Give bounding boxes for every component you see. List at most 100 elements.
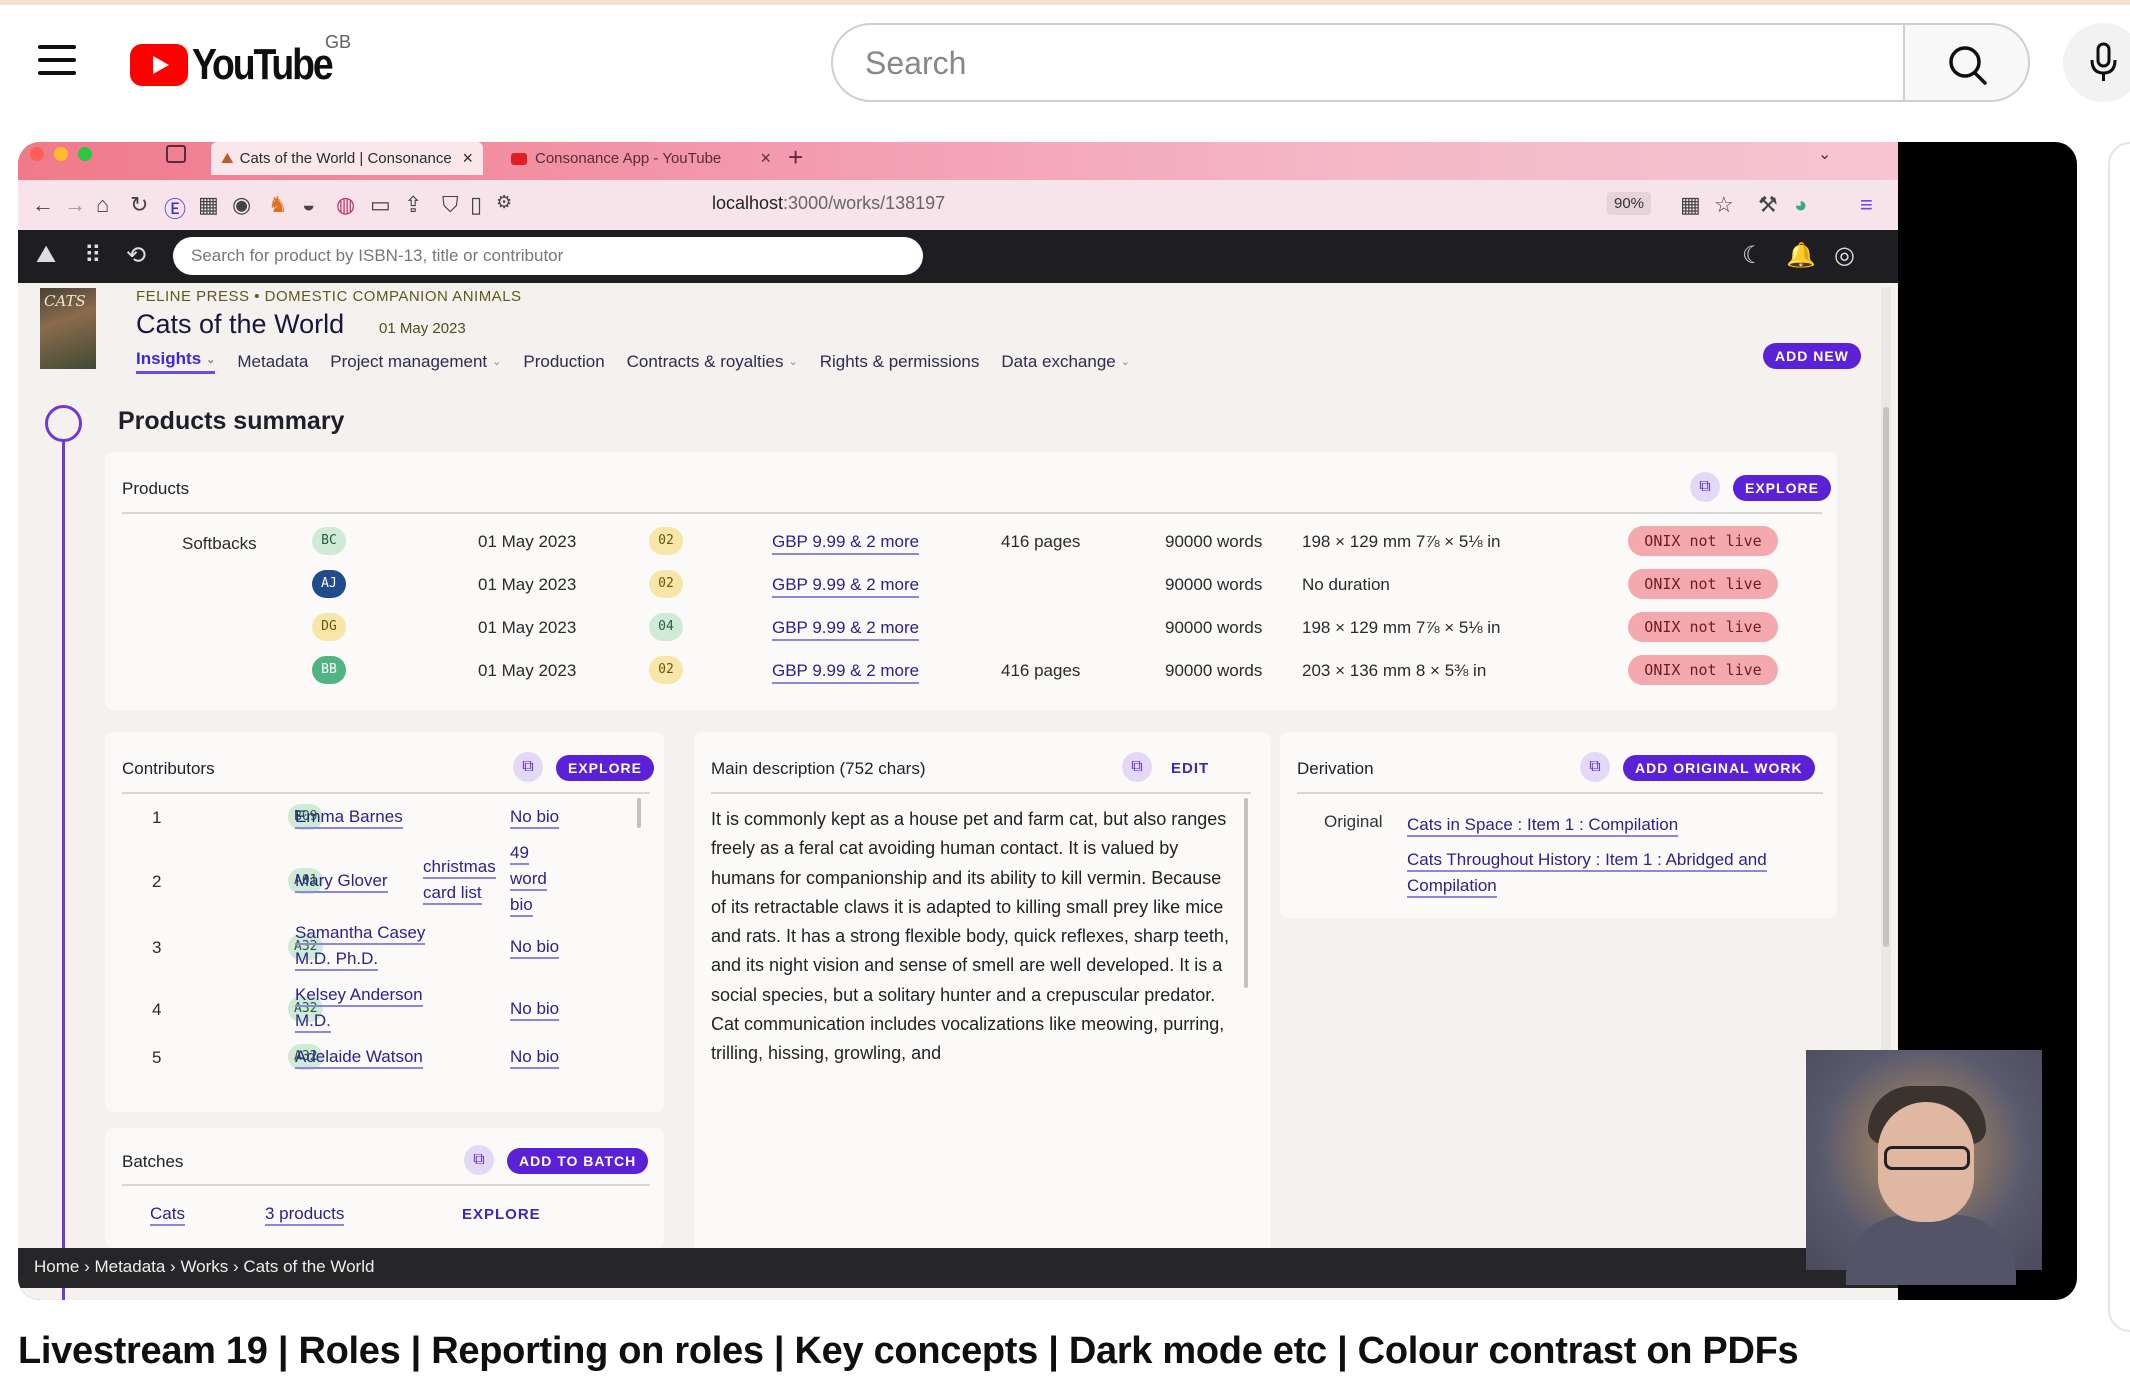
search-input[interactable]	[865, 45, 1865, 82]
voice-search-button[interactable]	[2063, 23, 2130, 102]
contributor-name-link[interactable]: Mary Glover	[295, 868, 388, 894]
contributors-explore-button[interactable]: EXPLORE	[556, 755, 654, 781]
minimize-window-dot[interactable]	[54, 147, 68, 161]
video-player[interactable]: ⛰ Cats of the World | Consonance × Conso…	[18, 142, 2077, 1300]
price-link[interactable]: GBP 9.99 & 2 more	[772, 532, 920, 555]
batch-name-link[interactable]: Cats	[150, 1204, 185, 1226]
bio-link[interactable]: No bio	[510, 996, 560, 1022]
contributor-name-link[interactable]: Adelaide Watson	[295, 1044, 423, 1070]
qr-code-icon[interactable]: ▦	[1680, 192, 1701, 218]
fox-extension-icon[interactable]: ♞	[268, 192, 288, 218]
contributor-name-link[interactable]: Samantha Casey M.D. Ph.D.	[295, 920, 426, 972]
batch-explore-button[interactable]: EXPLORE	[462, 1206, 541, 1223]
copy-icon[interactable]: ⧉	[1580, 752, 1610, 782]
add-original-work-button[interactable]: ADD ORIGINAL WORK	[1623, 755, 1815, 781]
copy-icon[interactable]: ⧉	[464, 1145, 494, 1175]
tab-insights[interactable]: Insights ⌄	[136, 349, 216, 374]
contributor-list-link[interactable]: christmas card list	[423, 854, 496, 906]
publication-date: 01 May 2023	[379, 320, 466, 337]
price-link[interactable]: GBP 9.99 & 2 more	[772, 618, 920, 641]
tab-project-management[interactable]: Project management ⌄	[330, 349, 501, 374]
contributor-row[interactable]: 5 A32 Adelaide Watson No bio	[105, 1044, 664, 1104]
reader-icon[interactable]: ▭	[370, 192, 391, 218]
bio-link[interactable]: No bio	[510, 1044, 560, 1070]
sidebar-toggle-icon[interactable]	[166, 145, 186, 163]
presenter-webcam	[1806, 1050, 2042, 1285]
tab-youtube[interactable]: Consonance App - YouTube ×	[501, 142, 781, 175]
edit-description-button[interactable]: EDIT	[1171, 760, 1209, 777]
maximize-window-dot[interactable]	[78, 147, 92, 161]
close-tab-icon[interactable]: ×	[760, 148, 771, 169]
breadcrumb[interactable]: Home › Metadata › Works › Cats of the Wo…	[18, 1248, 1898, 1288]
extension-e-icon[interactable]: Ⓔ	[164, 192, 186, 224]
product-search-input[interactable]: Search for product by ISBN-13, title or …	[173, 237, 923, 275]
original-label: Original	[1324, 812, 1383, 831]
grid-extension-icon[interactable]: ▦	[198, 192, 219, 218]
batch-count: 3 products	[265, 1204, 345, 1226]
tab-production[interactable]: Production	[523, 349, 604, 374]
color-extension-icon[interactable]: ◍	[336, 192, 355, 218]
add-new-button[interactable]: ADD NEW	[1763, 343, 1861, 369]
contributor-row[interactable]: 3 A32 Samantha Casey M.D. Ph.D. No bio	[105, 920, 664, 980]
bio-link[interactable]: 49 word bio	[510, 840, 547, 918]
product-row[interactable]: BB 01 May 2023 02 GBP 9.99 & 2 more 416 page…	[105, 649, 1837, 692]
derivation-link-1[interactable]: Cats in Space : Item 1 : Compilation	[1407, 812, 1679, 838]
product-row[interactable]: DG 01 May 2023 04 GBP 9.99 & 2 more 90000 wo…	[105, 606, 1837, 649]
tab-label: Metadata	[237, 351, 309, 371]
contributor-row[interactable]: 4 A32 Kelsey Anderson M.D. No bio	[105, 982, 664, 1042]
history-icon[interactable]: ⟲	[126, 241, 146, 270]
add-to-batch-button[interactable]: ADD TO BATCH	[507, 1148, 649, 1174]
search-button[interactable]	[1903, 23, 2030, 102]
tab-list-chevron-icon[interactable]: ⌄	[1818, 144, 1831, 164]
zoom-level[interactable]: 90%	[1607, 192, 1652, 215]
price-link[interactable]: GBP 9.99 & 2 more	[772, 661, 920, 684]
extension-leaf-icon[interactable]: ◕	[1794, 192, 1807, 218]
menu-icon[interactable]	[38, 45, 76, 75]
user-account-icon[interactable]: ◎	[1834, 241, 1855, 270]
bio-link[interactable]: No bio	[510, 934, 560, 960]
dark-mode-toggle-icon[interactable]: ☾	[1742, 241, 1764, 270]
reload-icon[interactable]: ↻	[130, 192, 148, 218]
bookmark-star-icon[interactable]: ☆	[1714, 192, 1734, 218]
close-tab-icon[interactable]: ×	[462, 148, 473, 169]
notifications-icon[interactable]: 🔔	[1786, 241, 1816, 270]
back-icon[interactable]: ←	[32, 192, 54, 218]
contributor-sequence: 3	[152, 938, 162, 957]
list-line: christmas	[423, 857, 496, 879]
extension-tools-icon[interactable]: ⚒	[1758, 192, 1778, 218]
tab-rights-permissions[interactable]: Rights & permissions	[820, 349, 980, 374]
tab-data-exchange[interactable]: Data exchange ⌄	[1001, 349, 1130, 374]
globe-extension-icon[interactable]: ◉	[232, 192, 251, 218]
share-icon[interactable]: ⇪	[404, 192, 422, 218]
contributor-name-link[interactable]: Kelsey Anderson M.D.	[295, 982, 423, 1034]
home-icon[interactable]: ⌂	[96, 192, 109, 218]
price-link[interactable]: GBP 9.99 & 2 more	[772, 575, 920, 598]
youtube-logo[interactable]: YouTube	[130, 40, 356, 90]
youtube-header: YouTube GB	[0, 0, 2130, 128]
page-scrollbar-thumb[interactable]	[1883, 407, 1889, 947]
consonance-logo-icon[interactable]: ⛰	[36, 241, 56, 269]
tab-contracts-royalties[interactable]: Contracts & royalties ⌄	[627, 349, 798, 374]
shield-icon[interactable]: ⛉	[442, 192, 459, 218]
url-field[interactable]: localhost:3000/works/138197	[712, 193, 945, 214]
contributor-row[interactable]: 2 A01 Mary Glover christmas card list 49 word b…	[105, 843, 664, 917]
derivation-link-2[interactable]: Cats Throughout History : Item 1 : Abrid…	[1407, 847, 1767, 899]
owl-extension-icon[interactable]: ◒	[302, 192, 315, 218]
product-row[interactable]: AJ 01 May 2023 02 GBP 9.99 & 2 more 90000 wo…	[105, 563, 1837, 606]
close-window-dot[interactable]	[30, 147, 44, 161]
apps-grid-icon[interactable]: ⠿	[84, 241, 102, 270]
tab-cats-of-the-world[interactable]: ⛰ Cats of the World | Consonance ×	[211, 142, 483, 175]
contributor-name-link[interactable]: Emma Barnes	[295, 804, 403, 830]
copy-icon[interactable]: ⧉	[1122, 752, 1152, 782]
description-scrollbar[interactable]	[1244, 798, 1248, 988]
new-tab-icon[interactable]: +	[788, 142, 803, 173]
product-row[interactable]: BC 01 May 2023 02 GBP 9.99 & 2 more 416 page…	[105, 520, 1837, 563]
bio-link[interactable]: No bio	[510, 804, 560, 830]
browser-menu-icon[interactable]: ≡	[1860, 192, 1873, 218]
forward-icon[interactable]: →	[64, 192, 86, 218]
divider	[1297, 792, 1823, 794]
copy-icon[interactable]: ⧉	[513, 752, 543, 782]
permissions-icon[interactable]: ⚙	[496, 192, 512, 213]
batch-count-link[interactable]: 3 products	[265, 1204, 345, 1226]
tab-metadata[interactable]: Metadata	[237, 349, 308, 374]
